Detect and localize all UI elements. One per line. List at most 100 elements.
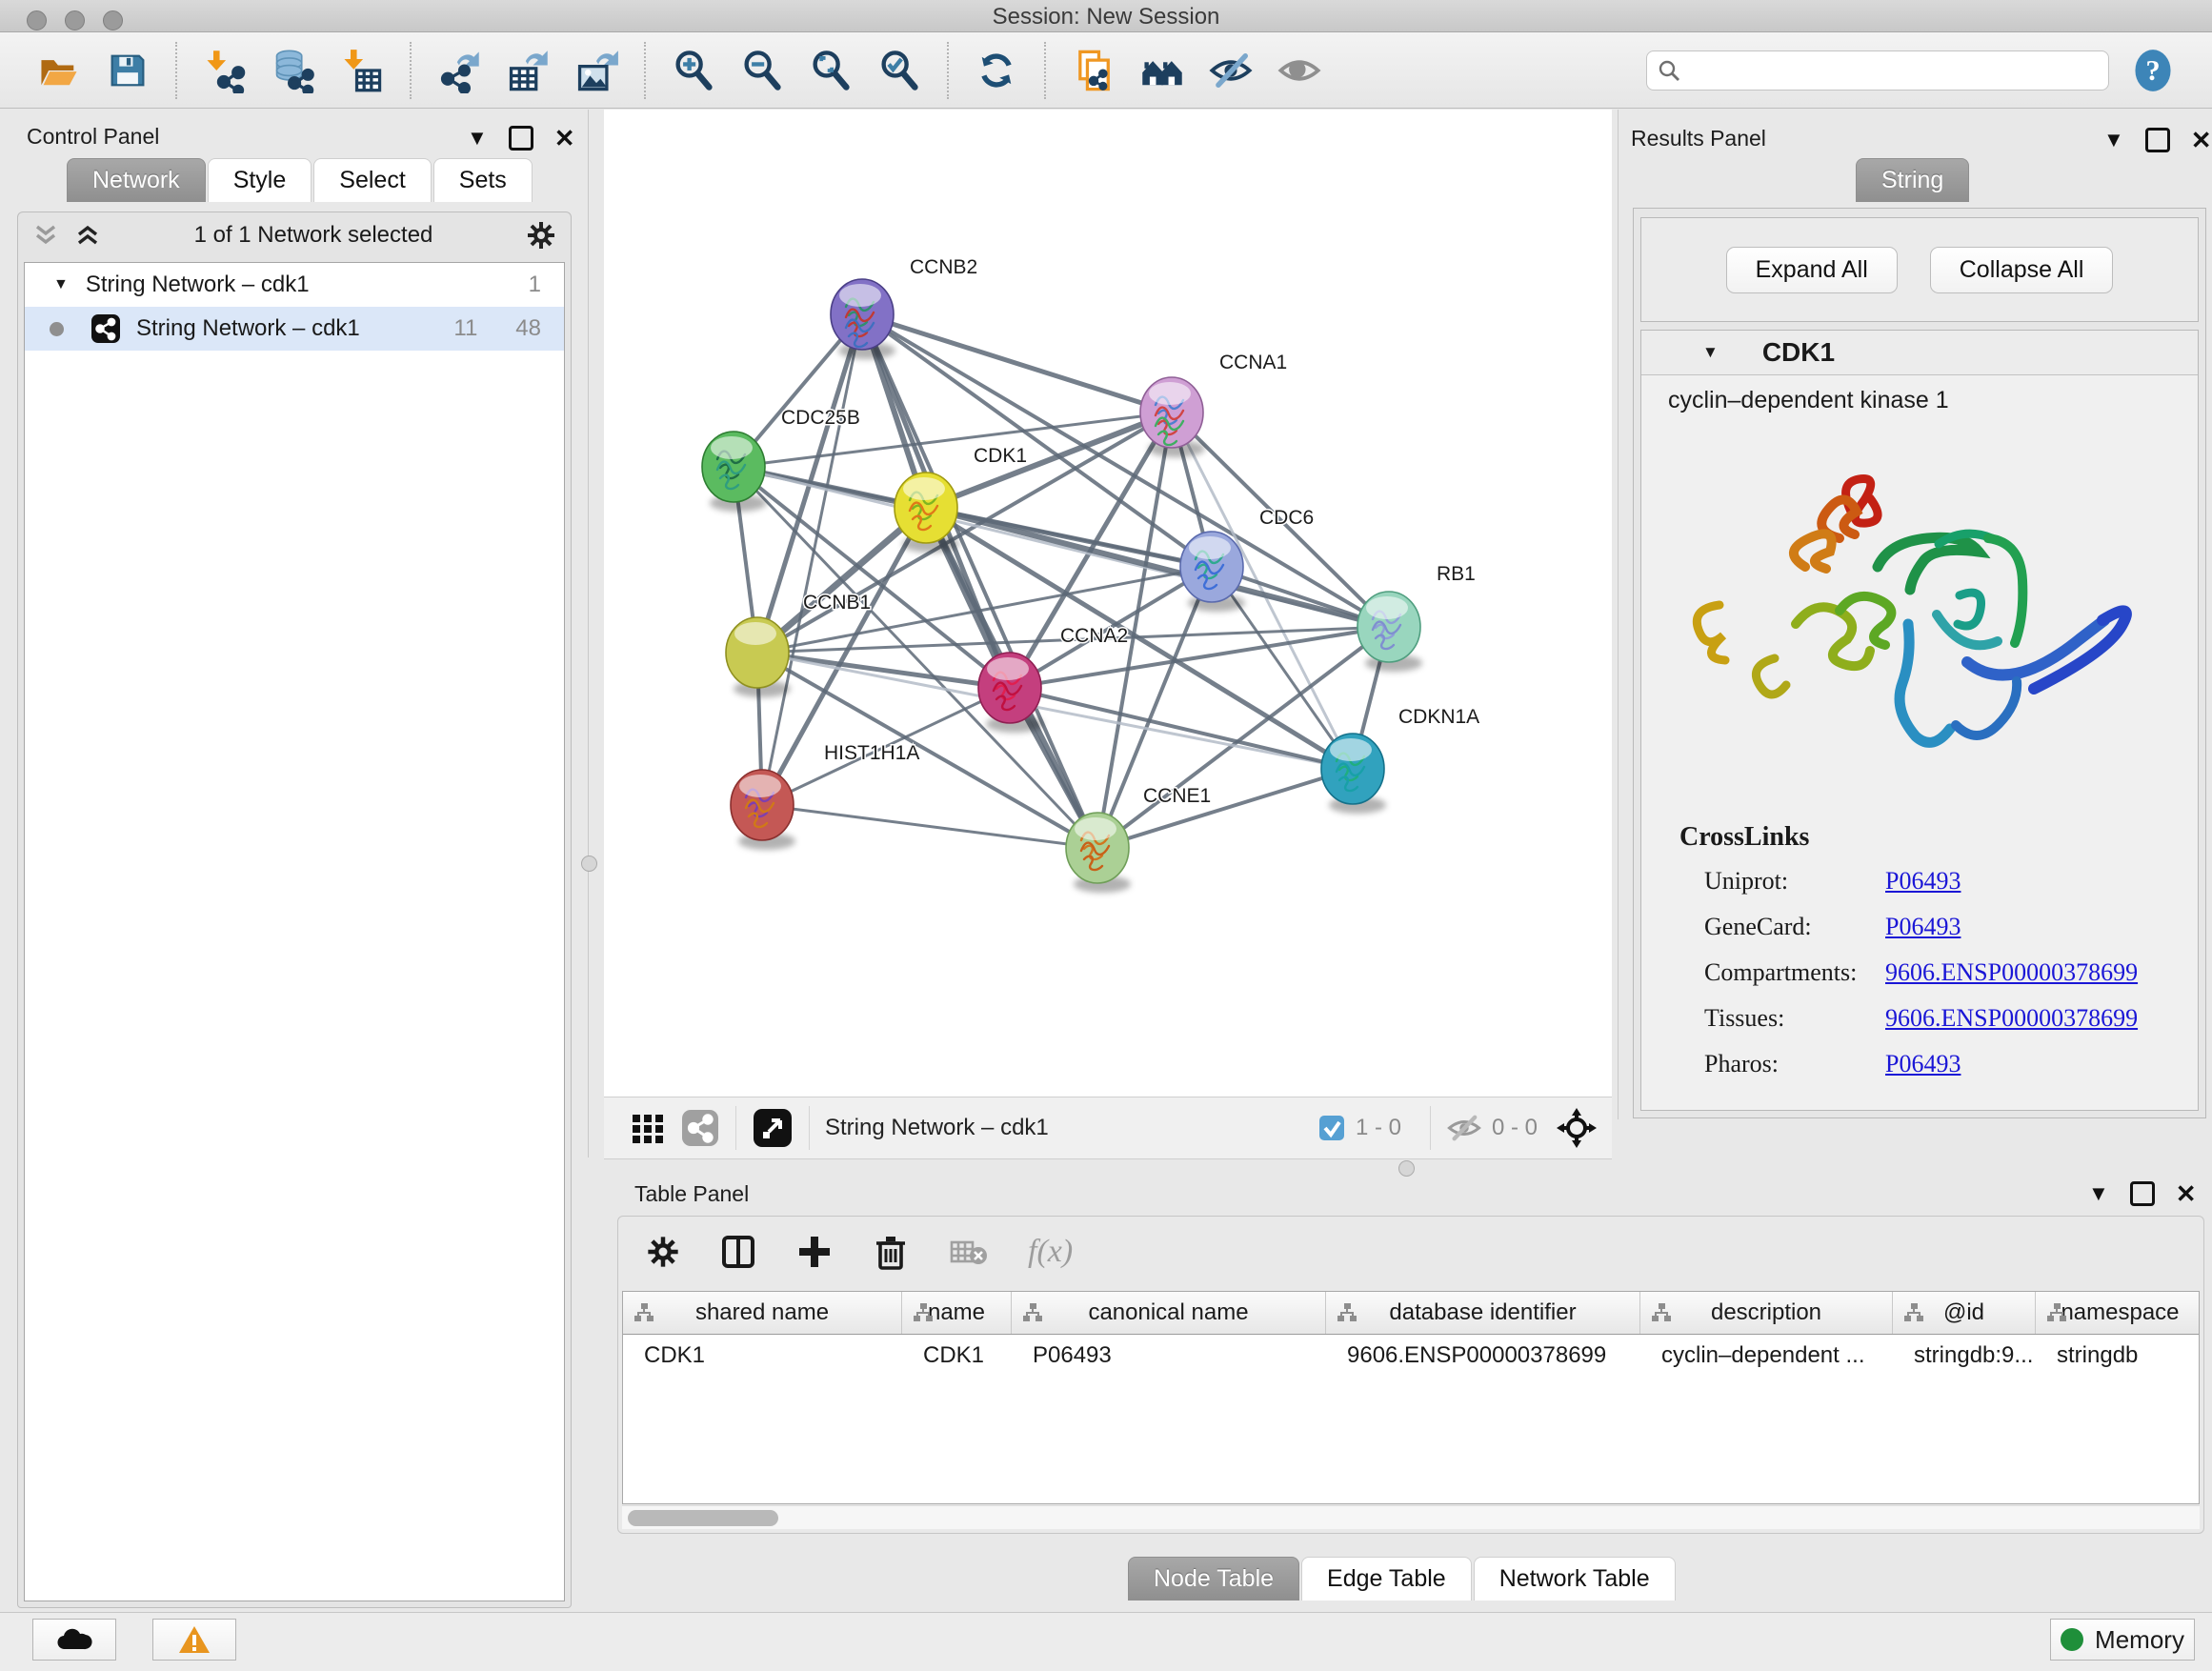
column-header-shared-name[interactable]: shared name (623, 1292, 902, 1334)
column-header-database-identifier[interactable]: database identifier (1326, 1292, 1640, 1334)
import-network-database-icon[interactable] (271, 48, 316, 93)
float-window-icon[interactable] (2145, 128, 2170, 152)
string-home-icon[interactable] (1139, 48, 1185, 93)
network-node-ccna1[interactable]: CCNA1 (1140, 352, 1287, 457)
collapse-all-icon[interactable] (31, 221, 60, 250)
warnings-button[interactable] (152, 1619, 236, 1661)
crosslink-link[interactable]: P06493 (1885, 913, 1961, 941)
network-canvas[interactable]: CCNB2CCNA1CDC25BCDK1CDC6RB1CCNB1CCNA2CDK… (604, 110, 1612, 1097)
float-menu-icon[interactable]: ▼ (467, 128, 488, 149)
network-row[interactable]: String Network – cdk1 11 48 (25, 307, 564, 351)
delete-column-icon[interactable] (872, 1233, 910, 1271)
add-column-icon[interactable] (795, 1233, 834, 1271)
search-field[interactable] (1646, 50, 2109, 91)
table-cell[interactable]: stringdb:9... (1893, 1335, 2036, 1377)
result-entry-header[interactable]: ▼ CDK1 (1641, 331, 2198, 375)
scrollbar-thumb[interactable] (628, 1510, 778, 1526)
close-panel-icon[interactable]: ✕ (2191, 128, 2212, 152)
entry-collapse-icon[interactable]: ▼ (1702, 343, 1719, 362)
right-splitter[interactable] (1618, 110, 1619, 1119)
table-cell[interactable]: stringdb (2036, 1335, 2200, 1377)
float-window-icon[interactable] (2130, 1181, 2155, 1206)
close-panel-icon[interactable]: ✕ (554, 126, 575, 151)
graphics-details-icon[interactable] (1277, 48, 1322, 93)
import-table-icon[interactable] (339, 48, 385, 93)
crosslink-link[interactable]: P06493 (1885, 1050, 1961, 1078)
save-session-icon[interactable] (105, 48, 151, 93)
selected-checkbox-icon[interactable] (1317, 1114, 1346, 1142)
hide-show-icon[interactable] (1208, 48, 1254, 93)
left-splitter-handle[interactable] (581, 856, 597, 872)
crosslink-link[interactable]: P06493 (1885, 867, 1961, 896)
expand-all-icon[interactable] (73, 221, 102, 250)
table-row[interactable]: CDK1CDK1P064939606.ENSP00000378699cyclin… (623, 1335, 2199, 1377)
horizontal-scrollbar[interactable] (622, 1505, 2200, 1529)
network-collection-row[interactable]: ▼ String Network – cdk1 1 (25, 263, 564, 307)
table-options-gear-icon[interactable] (645, 1234, 681, 1270)
network-node-cdkn1a[interactable]: CDKN1A (1321, 706, 1479, 814)
hidden-eye-icon[interactable] (1446, 1110, 1482, 1146)
search-input[interactable] (1681, 57, 2099, 84)
function-builder-icon[interactable]: f(x) (1028, 1234, 1073, 1270)
float-menu-icon[interactable]: ▼ (2088, 1183, 2109, 1204)
refresh-layout-icon[interactable] (974, 48, 1019, 93)
zoom-out-icon[interactable] (739, 48, 785, 93)
network-graph[interactable]: CCNB2CCNA1CDC25BCDK1CDC6RB1CCNB1CCNA2CDK… (604, 110, 1612, 1097)
tab-node-table[interactable]: Node Table (1128, 1557, 1299, 1601)
tab-style[interactable]: Style (208, 158, 312, 202)
zoom-in-icon[interactable] (671, 48, 716, 93)
network-edge (1097, 769, 1353, 848)
column-header--id[interactable]: @id (1893, 1292, 2036, 1334)
left-splitter[interactable] (588, 110, 589, 1158)
table-cell[interactable]: cyclin–dependent ... (1640, 1335, 1893, 1377)
close-panel-icon[interactable]: ✕ (2176, 1181, 2197, 1206)
tree-expand-icon[interactable]: ▼ (53, 276, 69, 293)
table-cell[interactable]: P06493 (1012, 1335, 1326, 1377)
entry-gene-name: CDK1 (1762, 337, 1835, 368)
table-cell[interactable]: CDK1 (623, 1335, 902, 1377)
network-node-cdc25b[interactable]: CDC25B (702, 407, 860, 512)
cloud-status-button[interactable] (32, 1619, 116, 1661)
tab-network-table[interactable]: Network Table (1474, 1557, 1676, 1601)
crosslink-link[interactable]: 9606.ENSP00000378699 (1885, 958, 2138, 987)
clone-network-icon[interactable] (1071, 48, 1116, 93)
tab-select[interactable]: Select (313, 158, 431, 202)
collapse-all-button[interactable]: Collapse All (1930, 247, 2114, 293)
column-header-name[interactable]: name (902, 1292, 1012, 1334)
bottom-splitter-handle[interactable] (1398, 1160, 1415, 1177)
birds-eye-view-icon[interactable] (752, 1107, 794, 1149)
table-cell[interactable]: 9606.ENSP00000378699 (1326, 1335, 1640, 1377)
network-edge (762, 805, 1097, 848)
open-file-icon[interactable] (36, 48, 82, 93)
tab-string[interactable]: String (1856, 158, 1969, 202)
tab-network[interactable]: Network (67, 158, 206, 202)
export-image-icon[interactable] (573, 48, 619, 93)
column-header-canonical-name[interactable]: canonical name (1012, 1292, 1326, 1334)
help-icon[interactable]: ? (2130, 48, 2176, 93)
tab-edge-table[interactable]: Edge Table (1301, 1557, 1472, 1601)
network-node-rb1[interactable]: RB1 (1357, 563, 1476, 672)
column-header-description[interactable]: description (1640, 1292, 1893, 1334)
column-type-icon (1650, 1302, 1673, 1323)
memory-button[interactable]: Memory (2050, 1619, 2195, 1661)
pan-crosshair-icon[interactable] (1555, 1106, 1599, 1150)
network-options-gear-icon[interactable] (525, 219, 557, 252)
zoom-selected-icon[interactable] (876, 48, 922, 93)
tab-sets[interactable]: Sets (433, 158, 533, 202)
float-menu-icon[interactable]: ▼ (2103, 130, 2124, 151)
zoom-fit-icon[interactable] (808, 48, 854, 93)
network-share-icon[interactable] (680, 1108, 720, 1148)
float-window-icon[interactable] (509, 126, 533, 151)
import-network-file-icon[interactable] (202, 48, 248, 93)
export-table-icon[interactable] (505, 48, 551, 93)
network-edge (862, 314, 1097, 848)
export-network-icon[interactable] (436, 48, 482, 93)
network-node-ccne1[interactable]: CCNE1 (1066, 785, 1211, 893)
grid-view-icon[interactable] (629, 1109, 667, 1147)
column-header-namespace[interactable]: namespace (2036, 1292, 2200, 1334)
expand-all-button[interactable]: Expand All (1726, 247, 1898, 293)
crosslink-link[interactable]: 9606.ENSP00000378699 (1885, 1004, 2138, 1033)
delete-table-icon[interactable] (948, 1233, 990, 1271)
show-columns-icon[interactable] (719, 1233, 757, 1271)
table-cell[interactable]: CDK1 (902, 1335, 1012, 1377)
